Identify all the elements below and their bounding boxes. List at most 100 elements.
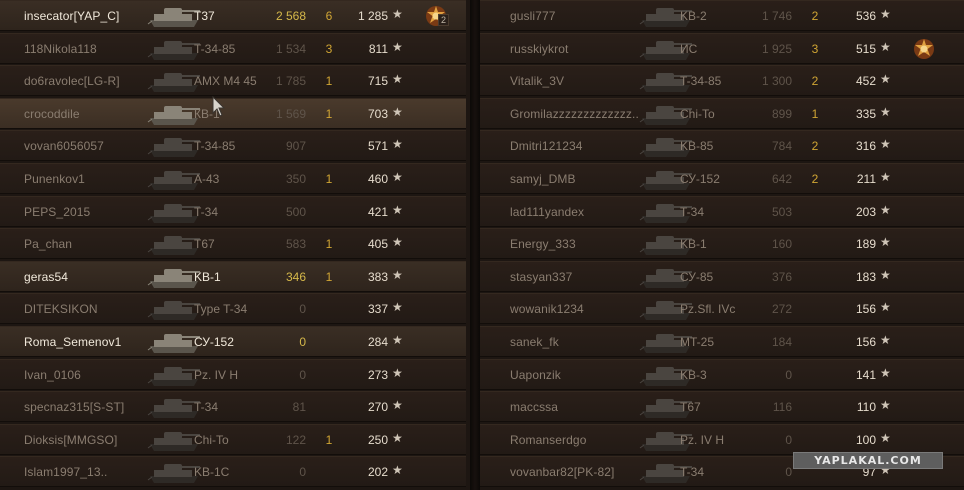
player-name[interactable]: Pa_chan <box>24 237 146 251</box>
player-name[interactable]: geras54 <box>24 270 146 284</box>
player-name[interactable]: PEPS_2015 <box>24 205 146 219</box>
player-name[interactable]: Punenkov1 <box>24 172 146 186</box>
player-row[interactable]: Romanserdgo Pz. IV H 0 100 ★ <box>480 423 964 455</box>
player-row[interactable]: geras54 KB-1 346 1 383 ★ <box>0 260 466 292</box>
vehicle-name: Pz.Sfl. IVc <box>680 302 736 317</box>
vehicle-name: T-34 <box>194 400 219 415</box>
star-icon: ★ <box>880 235 891 250</box>
experience-value: 183 <box>855 269 876 284</box>
frags-value: 1 <box>325 74 333 89</box>
player-row[interactable]: Ivan_0106 Pz. IV H 0 273 ★ <box>0 358 466 390</box>
player-row[interactable]: samyj_DMB СУ-152 642 2 211 ★ <box>480 163 964 194</box>
player-row[interactable]: russkiykrot ИС 1 925 3 515 ★ <box>480 32 964 64</box>
experience-value: 536 <box>855 9 876 23</box>
player-row[interactable]: Dmitri121234 KB-85 784 2 316 ★ <box>480 130 964 162</box>
player-name[interactable]: specnaz315[S-ST] <box>24 400 146 414</box>
player-row[interactable]: Dioksis[MMGSO] Chi-To 122 1 250 ★ <box>0 423 466 455</box>
player-row[interactable]: gusli777 KB-2 1 746 2 536 ★ <box>480 0 964 31</box>
experience-value: 405 <box>367 237 388 252</box>
player-row[interactable]: Energy_333 KB-1 160 189 ★ <box>480 228 964 260</box>
player-row[interactable]: Punenkov1 A-43 350 1 460 ★ <box>0 163 466 194</box>
damage-value: 1 785 <box>275 74 306 89</box>
player-row[interactable]: stasyan337 СУ-85 376 183 ★ <box>480 260 964 292</box>
player-row[interactable]: maccssa T67 116 110 ★ <box>480 391 964 423</box>
damage-value: 1 746 <box>761 9 792 23</box>
damage-value: 0 <box>299 335 306 349</box>
damage-value: 583 <box>285 237 306 252</box>
frags-value: 1 <box>325 237 333 252</box>
experience-value: 273 <box>367 367 388 382</box>
vehicle-name: T-34-85 <box>194 139 236 154</box>
damage-value: 1 569 <box>275 106 306 121</box>
player-row[interactable]: Gromilazzzzzzzzzzzzz.. Chi-To 899 1 335 ★ <box>480 97 964 129</box>
damage-value: 0 <box>785 367 792 382</box>
vehicle-name: T37 <box>194 9 215 23</box>
damage-value: 350 <box>285 172 306 186</box>
vehicle-name: Chi-To <box>194 432 229 447</box>
experience-value: 715 <box>367 74 388 89</box>
star-icon: ★ <box>392 365 403 380</box>
player-row[interactable]: crocoddile КВ-1 1 569 1 703 ★ <box>0 97 466 129</box>
player-row[interactable]: 118Nikola118 T-34-85 1 534 3 811 ★ <box>0 32 466 64</box>
damage-value: 899 <box>771 106 792 121</box>
player-name[interactable]: Ivan_0106 <box>24 368 146 382</box>
player-name[interactable]: do6ravolec[LG-R] <box>24 74 146 88</box>
watermark: YAPLAKAL.COM <box>793 452 943 469</box>
player-name[interactable]: vovan6056057 <box>24 139 146 153</box>
vehicle-name: СУ-152 <box>680 172 720 186</box>
player-name[interactable]: Roma_Semenov1 <box>24 335 146 349</box>
star-icon: ★ <box>392 235 403 250</box>
experience-value: 211 <box>856 172 876 186</box>
player-name[interactable]: Dioksis[MMGSO] <box>24 433 146 447</box>
player-row[interactable]: sanek_fk MT-25 184 156 ★ <box>480 326 964 357</box>
star-icon: ★ <box>392 333 403 347</box>
player-row[interactable]: DITEKSIKON Type T-34 0 337 ★ <box>0 293 466 325</box>
star-icon: ★ <box>880 202 891 217</box>
vehicle-name: KB-1 <box>680 237 707 252</box>
vehicle-name: KB-2 <box>680 9 707 23</box>
star-icon: ★ <box>880 137 891 152</box>
damage-value: 346 <box>285 269 306 284</box>
player-name[interactable]: crocoddile <box>24 107 146 121</box>
star-icon: ★ <box>880 430 891 445</box>
damage-value: 2 568 <box>275 9 306 23</box>
player-name[interactable]: insecator[YAP_C] <box>24 9 146 23</box>
experience-value: 1 285 <box>357 9 388 23</box>
player-row[interactable]: do6ravolec[LG-R] AMX M4 45 1 785 1 715 ★ <box>0 65 466 97</box>
medal-icon[interactable] <box>912 37 936 61</box>
player-row[interactable]: Islam1997_13.. KB-1C 0 202 ★ <box>0 456 466 488</box>
player-name[interactable]: Islam1997_13.. <box>24 465 146 479</box>
experience-value: 270 <box>367 400 388 415</box>
vehicle-name: T-34 <box>194 204 219 219</box>
frags-value: 1 <box>325 269 333 284</box>
player-row[interactable]: wowanik1234 Pz.Sfl. IVc 272 156 ★ <box>480 293 964 325</box>
experience-value: 316 <box>855 139 876 154</box>
player-row[interactable]: Vitalik_3V T-34-85 1 300 2 452 ★ <box>480 65 964 97</box>
star-icon: ★ <box>392 104 403 119</box>
player-row[interactable]: Pa_chan T67 583 1 405 ★ <box>0 228 466 260</box>
damage-value: 0 <box>785 432 792 447</box>
experience-value: 156 <box>855 335 876 349</box>
damage-value: 81 <box>292 400 306 415</box>
star-icon: ★ <box>392 463 403 478</box>
player-row[interactable]: specnaz315[S-ST] T-34 81 270 ★ <box>0 391 466 423</box>
player-row[interactable]: lad111yandex T-34 503 203 ★ <box>480 195 964 227</box>
experience-value: 421 <box>367 204 388 219</box>
frags-value: 1 <box>811 106 819 121</box>
experience-value: 383 <box>367 269 388 284</box>
experience-value: 335 <box>855 106 876 121</box>
team-left-panel: insecator[YAP_C] T37 2 568 6 1 285 ★ 2 118Nikol… <box>0 0 470 490</box>
damage-value: 503 <box>771 204 792 219</box>
experience-value: 337 <box>367 302 388 317</box>
player-row[interactable]: vovan6056057 T-34-85 907 571 ★ <box>0 130 466 162</box>
player-row[interactable]: Roma_Semenov1 СУ-152 0 284 ★ <box>0 326 466 357</box>
damage-value: 0 <box>299 367 306 382</box>
medal-count-badge: 2 <box>438 14 450 26</box>
player-name[interactable]: 118Nikola118 <box>24 42 146 56</box>
player-row[interactable]: PEPS_2015 T-34 500 421 ★ <box>0 195 466 227</box>
player-row[interactable]: Uaponzik KB-3 0 141 ★ <box>480 358 964 390</box>
player-row[interactable]: insecator[YAP_C] T37 2 568 6 1 285 ★ 2 <box>0 0 466 31</box>
player-name[interactable]: DITEKSIKON <box>24 302 146 316</box>
vehicle-name: AMX M4 45 <box>194 74 257 89</box>
star-icon: ★ <box>880 333 891 347</box>
